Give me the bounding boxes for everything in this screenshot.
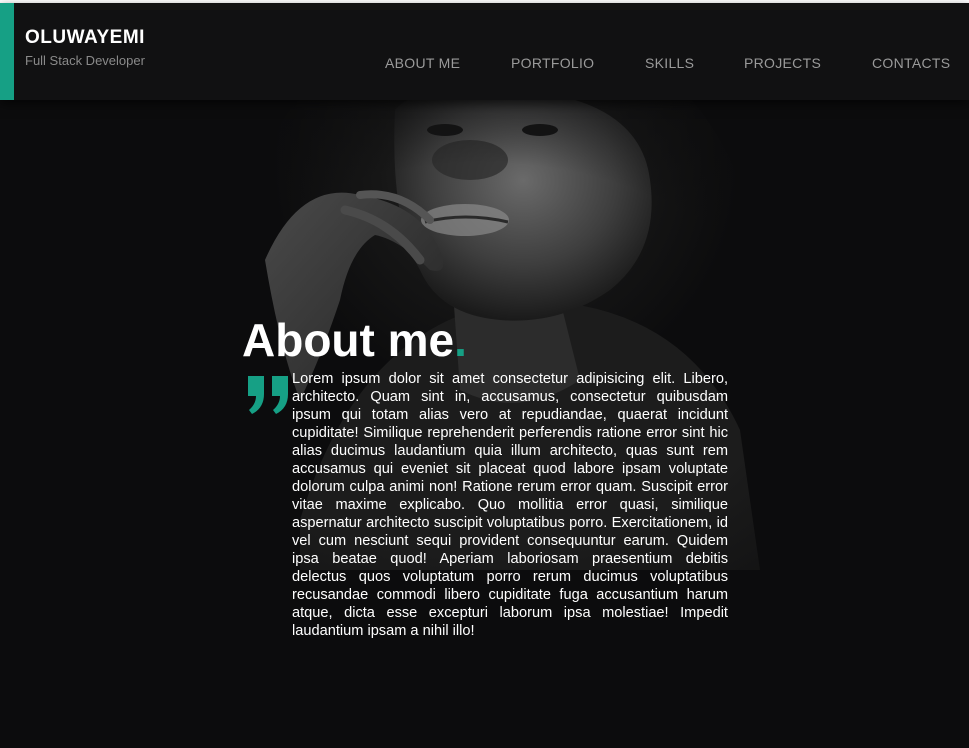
brand-accent-bar	[0, 3, 14, 100]
about-title-text: About me	[242, 314, 455, 366]
nav-item-contacts[interactable]: CONTACTS	[872, 55, 950, 71]
site-header: OLUWAYEMI Full Stack Developer ABOUT ME …	[0, 3, 969, 100]
nav-item-projects[interactable]: PROJECTS	[744, 55, 821, 71]
about-title-dot: .	[454, 314, 467, 366]
brand-name[interactable]: OLUWAYEMI	[25, 27, 145, 49]
nav-item-portfolio[interactable]: PORTFOLIO	[511, 55, 594, 71]
nav-item-skills[interactable]: SKILLS	[645, 55, 694, 71]
quote-icon	[248, 376, 288, 414]
main-nav: ABOUT ME PORTFOLIO SKILLS PROJECTS CONTA…	[0, 55, 969, 75]
about-hero-section: About me. Lorem ipsum dolor sit amet con…	[0, 100, 969, 748]
about-body-text: Lorem ipsum dolor sit amet consectetur a…	[292, 371, 728, 639]
about-title: About me.	[242, 312, 467, 368]
nav-item-about-me[interactable]: ABOUT ME	[385, 55, 460, 71]
